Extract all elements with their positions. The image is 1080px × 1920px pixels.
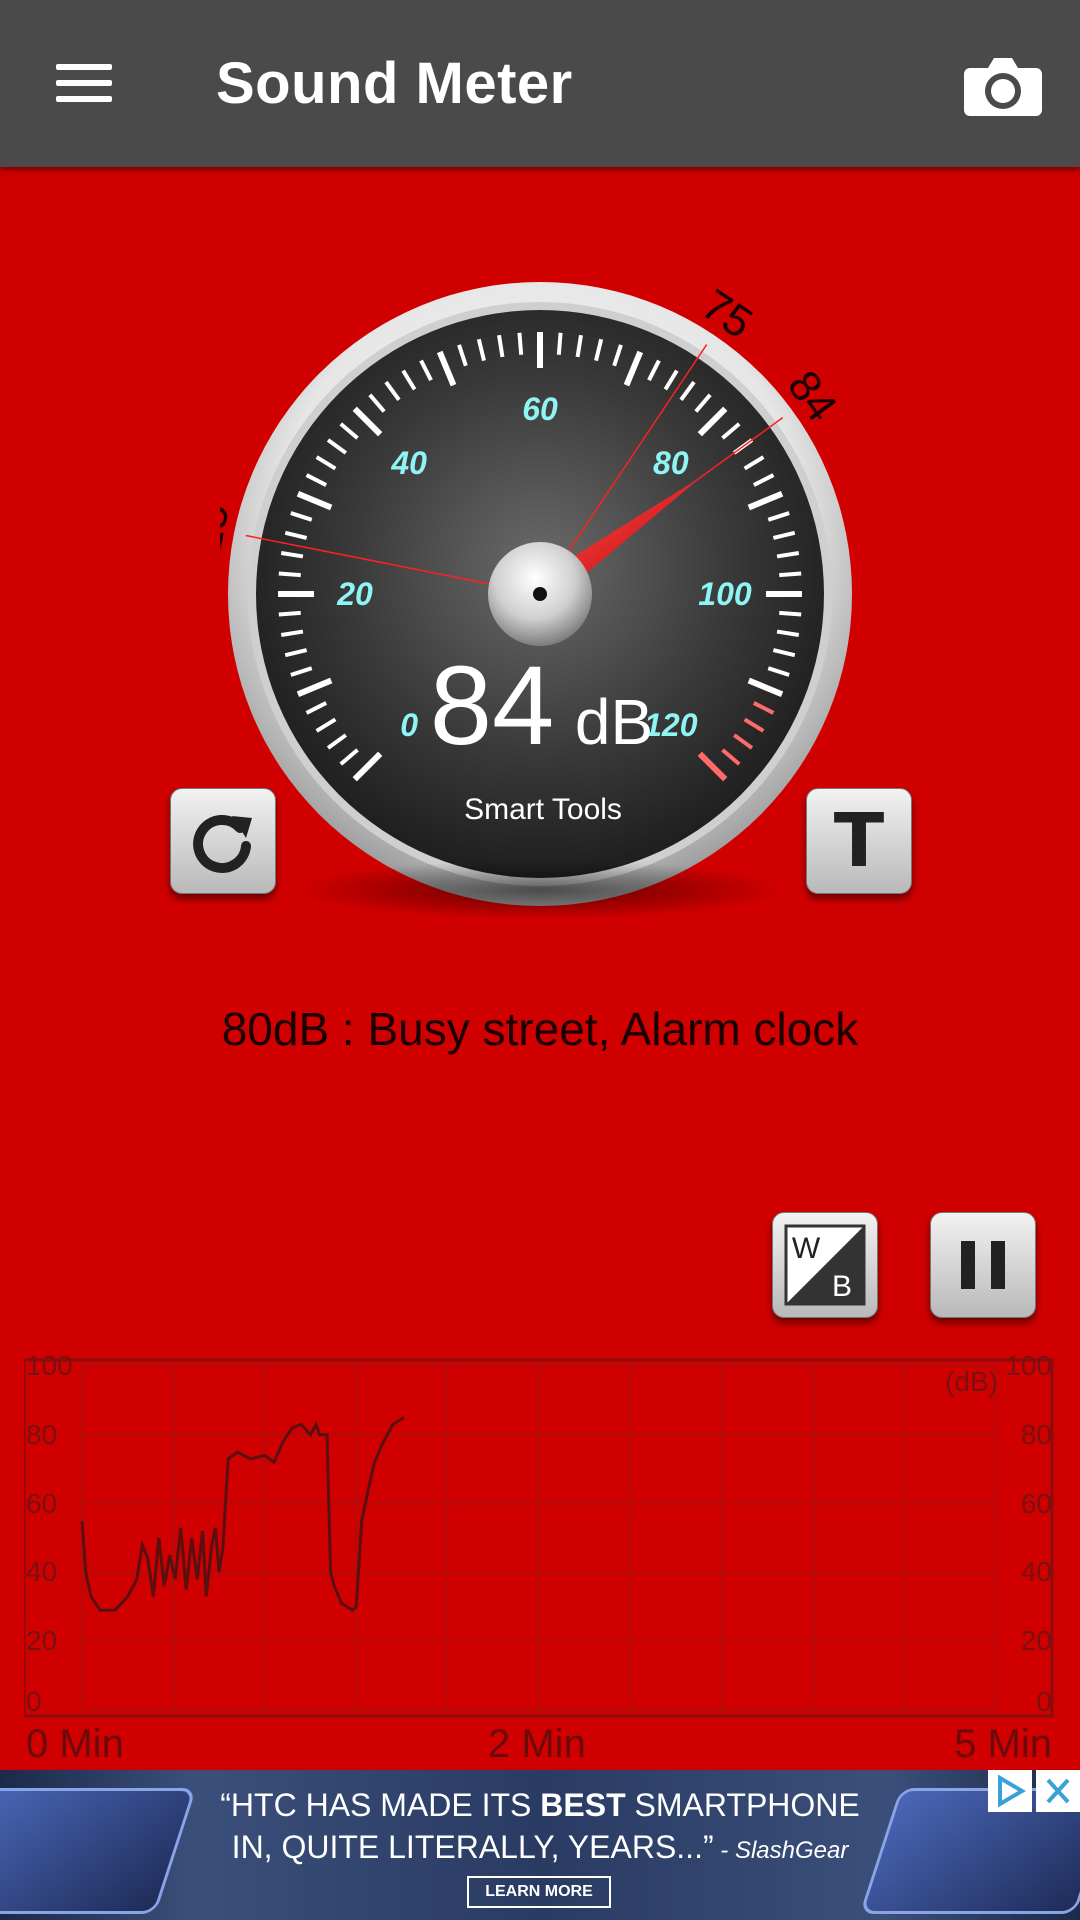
brand-label: Smart Tools — [464, 793, 622, 826]
white-black-icon: W B — [784, 1224, 866, 1306]
db-history-line — [80, 1416, 405, 1613]
gauge-scale-label: 40 — [390, 445, 427, 481]
time-label-start: 0 Min — [26, 1722, 124, 1766]
ad-close-icon[interactable] — [1036, 1770, 1080, 1812]
menu-icon[interactable] — [40, 48, 126, 118]
gauge-tick — [278, 571, 301, 578]
gauge-scale-label: 100 — [698, 576, 752, 612]
reset-button[interactable] — [170, 788, 276, 894]
current-db-value: 84 — [430, 643, 555, 768]
y-unit-label: (dB) — [945, 1366, 998, 1397]
text-mode-button[interactable]: T — [806, 788, 912, 894]
db-history-graph: (dB) 100 80 60 40 20 0 100 80 60 40 20 0 — [22, 1350, 1054, 1718]
y-tick-right: 20 — [1020, 1625, 1052, 1657]
pause-icon — [961, 1241, 1005, 1289]
y-tick-left: 40 — [26, 1556, 58, 1588]
app-title: Sound Meter — [216, 51, 573, 116]
white-black-button[interactable]: W B — [772, 1212, 878, 1318]
db-history-plot — [22, 1358, 1054, 1718]
y-tick-left: 0 — [26, 1686, 42, 1717]
y-tick-right: 100 — [1005, 1350, 1052, 1381]
text-mode-label: T — [833, 798, 885, 884]
y-tick-left: 100 — [26, 1350, 73, 1381]
y-tick-right: 0 — [1036, 1686, 1052, 1717]
gauge-tick — [779, 571, 802, 578]
ad-learn-more-button[interactable]: LEARN MORE — [467, 1876, 611, 1908]
gauge-dial: 020406080100120 257584 84 dB Smart Tools — [181, 280, 852, 906]
black-label: B — [832, 1270, 852, 1303]
reset-icon — [193, 814, 252, 873]
gauge-shadow — [290, 860, 790, 920]
app-bar: Sound Meter — [0, 0, 1080, 167]
y-tick-right: 40 — [1020, 1556, 1052, 1588]
gauge-tick — [556, 332, 563, 355]
gauge-tick — [779, 610, 802, 617]
ad-phone-image-left — [0, 1788, 197, 1914]
pause-button[interactable] — [930, 1212, 1036, 1318]
gauge-scale-label: 80 — [653, 445, 689, 481]
noise-reference-text: 80dB : Busy street, Alarm clock — [221, 1003, 859, 1055]
ad-choices-icon[interactable] — [988, 1770, 1032, 1812]
gauge-scale-label: 0 — [400, 707, 418, 743]
camera-icon[interactable] — [960, 48, 1046, 122]
time-label-mid: 2 Min — [488, 1722, 586, 1766]
gauge-tick — [278, 610, 301, 617]
gauge-tick — [517, 332, 524, 355]
gauge-scale-label: 60 — [522, 391, 558, 427]
white-label: W — [792, 1232, 821, 1265]
time-label-end: 5 Min — [954, 1722, 1052, 1766]
y-tick-right: 80 — [1020, 1418, 1052, 1450]
y-tick-right: 60 — [1020, 1487, 1052, 1519]
sound-level-gauge: 0 20 40 60 80 100 120 25 75 84 84 dB Smart Tools… — [170, 270, 912, 930]
current-db-unit: dB — [575, 686, 653, 758]
y-tick-left: 80 — [26, 1418, 58, 1450]
gauge-scale-label: 20 — [336, 576, 373, 612]
ad-banner[interactable]: “HTC HAS MADE ITS BEST SMARTPHONE IN, QU… — [0, 1770, 1080, 1920]
y-tick-left: 20 — [26, 1625, 58, 1657]
ad-headline: “HTC HAS MADE ITS BEST SMARTPHONE IN, QU… — [220, 1787, 860, 1865]
y-tick-left: 60 — [26, 1487, 58, 1519]
